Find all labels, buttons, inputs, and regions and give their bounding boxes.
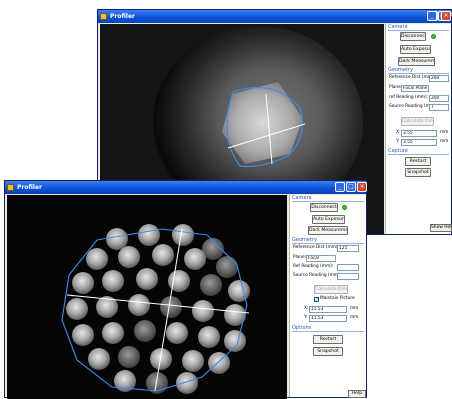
divider xyxy=(292,331,364,332)
y-value-field[interactable]: 3.55 xyxy=(401,139,437,146)
auto-exposure-button[interactable]: Auto Exposure xyxy=(400,45,431,54)
source-reading-field[interactable] xyxy=(337,273,359,280)
snapshot-button[interactable]: Snapshot xyxy=(313,347,343,356)
ref-reading-field[interactable]: 200 xyxy=(429,95,449,102)
maintain-picture-label: Maintain Picture xyxy=(320,296,355,301)
x-value-field[interactable]: 11.53 xyxy=(309,306,347,313)
profiler-window-front: Profiler _ □ × Camera Disconnect Auto Ex… xyxy=(4,180,367,399)
y-value-field[interactable]: 11.53 xyxy=(309,315,347,322)
x-label: X: xyxy=(304,306,309,311)
y-label: Y: xyxy=(396,139,400,144)
ref-reading-label: ref Reading (mm): xyxy=(389,95,429,100)
disconnect-button[interactable]: Disconnect xyxy=(400,32,426,41)
dark-measurement-button[interactable]: Dark Measurement xyxy=(398,57,435,66)
control-panel: Camera Disconnect Auto Exposure Dark Mea… xyxy=(289,195,366,398)
maintain-picture-checkbox[interactable]: ✓ xyxy=(314,297,319,303)
app-icon xyxy=(100,13,107,20)
connection-status-led xyxy=(342,205,347,210)
source-reading-label: Source Reading (mm): xyxy=(293,273,342,278)
reference-dist-field[interactable]: 200 xyxy=(429,75,449,82)
fiber-core xyxy=(72,272,94,294)
fiber-core xyxy=(216,256,238,278)
fiber-core xyxy=(118,246,140,268)
fiber-core xyxy=(208,352,230,374)
close-icon: × xyxy=(441,11,451,21)
fiber-core xyxy=(166,322,188,344)
maximize-button[interactable]: □ xyxy=(346,182,356,192)
fiber-core xyxy=(150,348,172,370)
divider xyxy=(388,154,449,155)
fiber-core xyxy=(138,224,160,246)
restart-button[interactable]: Restart xyxy=(313,335,343,344)
ref-reading-label: Ref Reading (mm): xyxy=(293,264,334,269)
fiber-core xyxy=(198,326,220,348)
fiber-core xyxy=(134,320,156,342)
fiber-core xyxy=(172,224,194,246)
window-title: Profiler xyxy=(17,184,43,191)
fiber-core xyxy=(118,346,140,368)
calculate-dim-button[interactable]: Calculate Dim. xyxy=(401,117,434,126)
window-title: Profiler xyxy=(110,13,136,20)
divider xyxy=(388,30,449,31)
fiber-core xyxy=(176,372,198,394)
fiber-core xyxy=(224,330,246,352)
show-help-button[interactable]: Show Help xyxy=(430,224,452,232)
x-value-field[interactable]: 3.55 xyxy=(401,130,437,137)
restart-button[interactable]: Restart xyxy=(405,157,431,166)
fiber-core xyxy=(86,248,108,270)
fiber-core xyxy=(152,244,174,266)
camera-image-view[interactable] xyxy=(7,195,287,399)
fiber-core xyxy=(136,268,158,290)
snapshot-button[interactable]: Snapshot xyxy=(405,168,431,177)
y-unit: mm xyxy=(350,315,359,320)
plane-label: Plane: xyxy=(293,255,307,260)
plane-field[interactable]: Focal Plane xyxy=(401,85,429,92)
plane-field[interactable]: Focal xyxy=(306,255,336,262)
fiber-core xyxy=(102,322,124,344)
reference-dist-field[interactable]: 125 xyxy=(337,245,359,252)
control-panel: Camera Disconnect Auto Exposure Dark Mea… xyxy=(385,24,452,234)
fiber-core xyxy=(66,298,88,320)
y-label: Y: xyxy=(304,315,308,320)
calculate-dim-button[interactable]: Calculate Dim. xyxy=(314,285,348,294)
x-unit: mm xyxy=(440,130,449,135)
fiber-core xyxy=(168,270,190,292)
x-label: X: xyxy=(396,130,401,135)
title-bar[interactable]: Profiler _ □ × xyxy=(98,10,452,23)
dark-measurement-button[interactable]: Dark Measurement xyxy=(308,226,348,235)
disconnect-button[interactable]: Disconnect xyxy=(310,203,338,212)
minimize-icon: _ xyxy=(427,11,437,21)
minimize-button[interactable]: _ xyxy=(335,182,345,192)
reference-dist-label: Reference Dist (mm): xyxy=(293,245,339,250)
help-button[interactable]: Help xyxy=(348,390,366,398)
divider xyxy=(292,201,364,202)
fiber-core xyxy=(72,324,94,346)
fiber-core xyxy=(128,294,150,316)
connection-status-led xyxy=(431,34,436,39)
auto-exposure-button[interactable]: Auto Exposure xyxy=(312,215,345,224)
fiber-core xyxy=(228,280,250,302)
fiber-core xyxy=(160,296,182,318)
fiber-core xyxy=(102,270,124,292)
app-icon xyxy=(7,184,14,191)
divider xyxy=(388,73,449,74)
fiber-core xyxy=(106,228,128,250)
fiber-core xyxy=(192,300,214,322)
fiber-core xyxy=(200,274,222,296)
fiber-core xyxy=(88,348,110,370)
y-unit: mm xyxy=(440,139,449,144)
source-reading-field[interactable]: 7 xyxy=(429,104,449,111)
divider xyxy=(292,243,364,244)
fiber-core xyxy=(182,350,204,372)
fiber-core xyxy=(184,248,206,270)
fiber-bundle-image xyxy=(7,195,287,399)
title-bar[interactable]: Profiler xyxy=(5,181,366,194)
x-unit: mm xyxy=(350,306,359,311)
close-button[interactable]: × xyxy=(357,182,367,192)
ref-reading-field[interactable] xyxy=(337,264,359,271)
